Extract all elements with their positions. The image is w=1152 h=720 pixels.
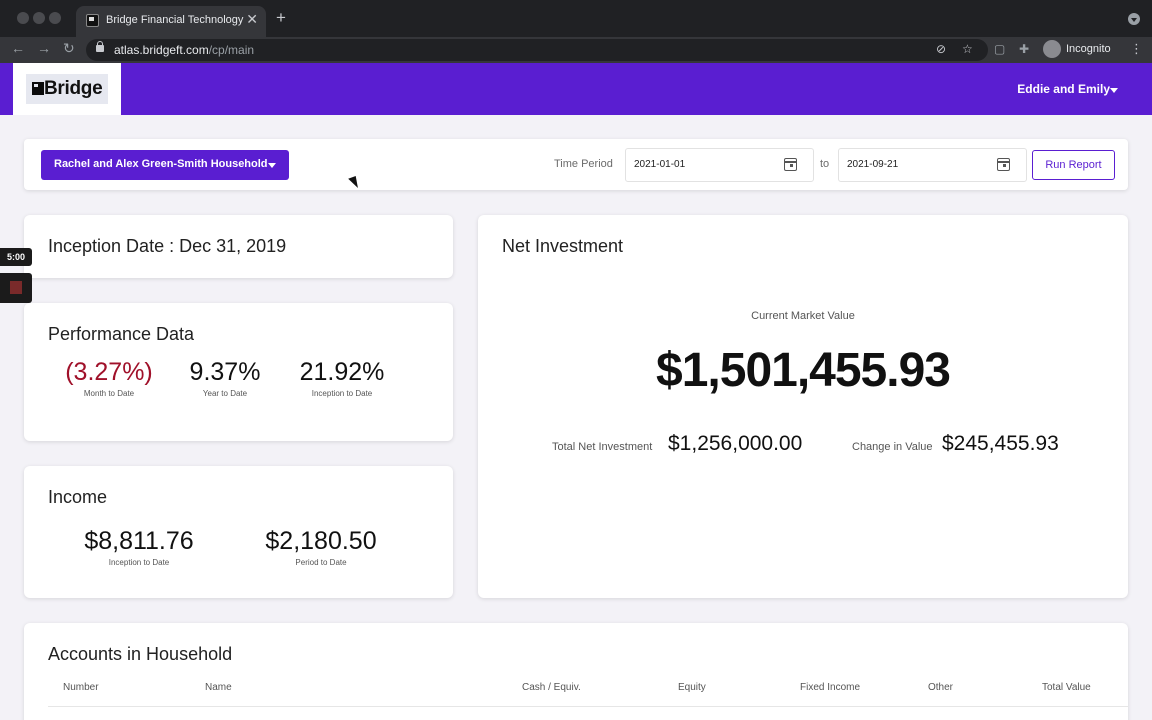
star-icon[interactable]: ☆ <box>962 42 973 56</box>
income-metric: $2,180.50 Period to Date <box>265 527 377 567</box>
address-bar[interactable]: atlas.bridgeft.com/cp/main ⊘ ☆ <box>86 39 988 61</box>
window-close-dot[interactable] <box>17 12 29 24</box>
table-divider <box>48 706 1128 707</box>
column-header-total-value[interactable]: Total Value <box>1042 682 1091 693</box>
net-investment-title: Net Investment <box>502 236 624 256</box>
logo-text: Bridge <box>44 78 103 99</box>
start-date-field[interactable]: 2021-01-01 <box>625 148 814 182</box>
total-net-investment-value: $1,256,000.00 <box>668 432 803 455</box>
reload-icon[interactable]: ↻ <box>63 40 75 57</box>
cast-icon[interactable]: ▢ <box>994 42 1005 56</box>
calendar-icon[interactable] <box>784 158 797 171</box>
user-menu[interactable]: Eddie and Emily <box>1017 82 1110 96</box>
performance-metric: 21.92% Inception to Date <box>299 358 385 398</box>
tab-close-icon[interactable]: ✕ <box>246 11 258 28</box>
tab-search-icon[interactable] <box>1128 13 1140 25</box>
column-header-fixed-income[interactable]: Fixed Income <box>800 682 860 693</box>
incognito-label: Incognito <box>1066 43 1111 55</box>
chevron-down-icon <box>268 163 276 168</box>
column-header-number[interactable]: Number <box>63 682 99 693</box>
back-icon[interactable]: ← <box>11 40 25 56</box>
logo-mark-icon <box>32 82 44 95</box>
eye-off-icon[interactable]: ⊘ <box>936 42 946 56</box>
incognito-avatar-icon[interactable] <box>1043 40 1061 58</box>
income-title: Income <box>48 487 108 507</box>
extensions-icon[interactable]: ✚ <box>1019 42 1029 56</box>
run-report-button[interactable]: Run Report <box>1032 150 1115 180</box>
new-tab-icon[interactable]: + <box>276 8 286 28</box>
tab-title: Bridge Financial Technology <box>106 14 244 26</box>
app-header: Bridge Eddie and Emily <box>0 63 1152 115</box>
browser-tab[interactable]: Bridge Financial Technology ✕ <box>76 6 266 37</box>
filter-bar: Rachel and Alex Green-Smith Household Ti… <box>24 139 1128 190</box>
performance-title: Performance Data <box>48 324 195 344</box>
logo[interactable]: Bridge <box>13 63 121 115</box>
change-in-value-label: Change in Value <box>852 441 933 453</box>
household-label: Rachel and Alex Green-Smith Household <box>54 158 268 170</box>
stop-recording-icon[interactable] <box>0 273 32 303</box>
end-date-field[interactable]: 2021-09-21 <box>838 148 1027 182</box>
net-investment-card: Net Investment Current Market Value $1,5… <box>478 215 1128 598</box>
browser-tabstrip: Bridge Financial Technology ✕ + <box>0 0 1152 37</box>
accounts-title: Accounts in Household <box>48 644 233 664</box>
column-header-other[interactable]: Other <box>928 682 953 693</box>
to-label: to <box>820 158 830 170</box>
lock-icon[interactable] <box>96 41 104 52</box>
total-net-investment-label: Total Net Investment <box>552 441 653 453</box>
column-header-cash[interactable]: Cash / Equiv. <box>522 682 581 693</box>
inception-card: Inception Date : Dec 31, 2019 <box>24 215 453 278</box>
performance-metric: 9.37% Year to Date <box>189 358 261 398</box>
market-value-label: Current Market Value <box>751 310 855 322</box>
accounts-card: Accounts in Household Number Name Cash /… <box>24 623 1128 720</box>
recording-timer: 5:00 <box>0 248 32 266</box>
time-period-label: Time Period <box>554 158 613 170</box>
kebab-icon[interactable]: ⋮ <box>1130 41 1143 57</box>
calendar-icon[interactable] <box>997 158 1010 171</box>
url-text: atlas.bridgeft.com/cp/main <box>114 43 255 57</box>
window-minimize-dot[interactable] <box>33 12 45 24</box>
change-in-value: $245,455.93 <box>942 432 1059 455</box>
income-card: Income $8,811.76 Inception to Date $2,18… <box>24 466 453 598</box>
favicon-icon <box>86 14 99 27</box>
performance-metric: (3.27%) Month to Date <box>65 358 153 398</box>
column-header-equity[interactable]: Equity <box>678 682 706 693</box>
forward-icon[interactable]: → <box>37 40 51 56</box>
chevron-down-icon[interactable] <box>1110 88 1118 93</box>
household-select-button[interactable]: Rachel and Alex Green-Smith Household <box>41 150 289 180</box>
inception-title: Inception Date : Dec 31, 2019 <box>48 236 287 256</box>
income-metric: $8,811.76 Inception to Date <box>84 527 194 567</box>
market-value: $1,501,455.93 <box>656 344 951 397</box>
column-header-name[interactable]: Name <box>205 682 232 693</box>
browser-toolbar: ← → ↻ atlas.bridgeft.com/cp/main ⊘ ☆ ▢ ✚… <box>0 37 1152 63</box>
performance-card: Performance Data (3.27%) Month to Date 9… <box>24 303 453 441</box>
window-zoom-dot[interactable] <box>49 12 61 24</box>
